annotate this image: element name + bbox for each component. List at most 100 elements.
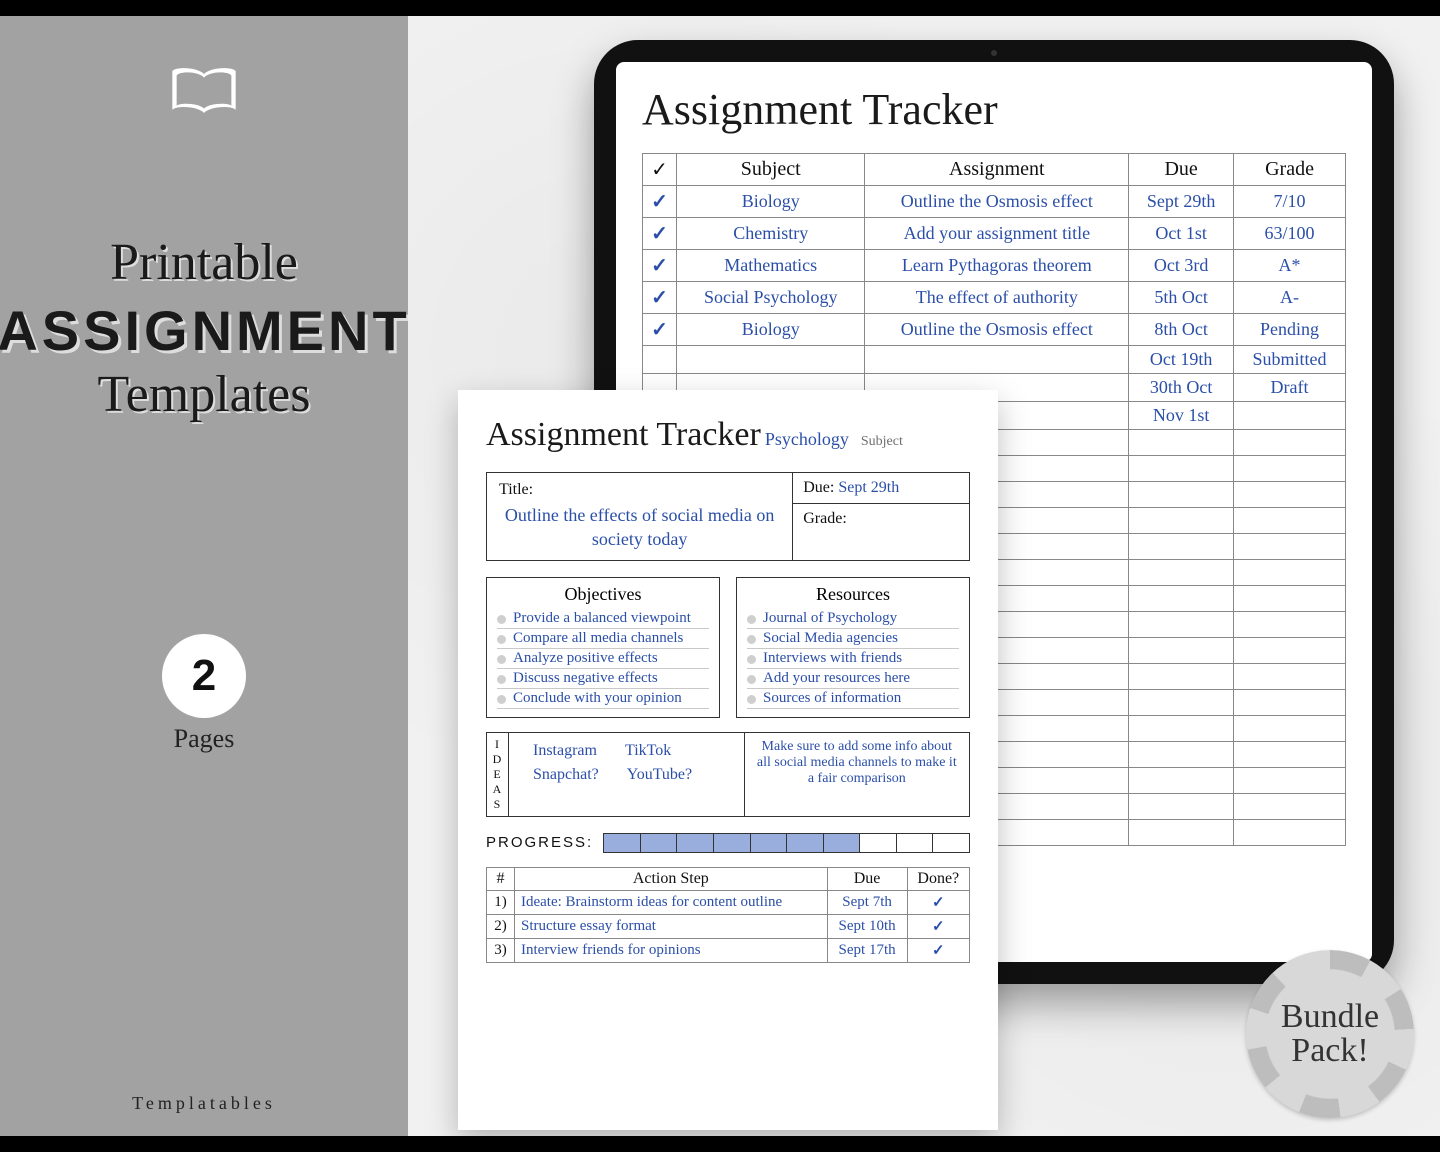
table-row: 1) Ideate: Brainstorm ideas for content … [487,890,970,914]
check-cell [643,346,677,374]
due-cell: Oct 3rd [1129,250,1234,282]
objectives-heading: Objectives [497,584,709,605]
idea-item: YouTube? [627,766,692,784]
bundle-line2: Pack! [1291,1032,1368,1069]
objectives-box: Objectives Provide a balanced viewpointC… [486,577,720,718]
assignment-cell: Outline the Osmosis effect [865,186,1129,218]
subject-cell: Mathematics [677,250,865,282]
ideas-box: IDEAS InstagramTikTokSnapchat?YouTube? M… [486,732,970,817]
assignment-cell: Add your assignment title [865,218,1129,250]
title-label: Title: [499,481,533,498]
col-grade: Grade [1234,154,1346,186]
list-item: Add your resources here [747,669,959,689]
paper-title: Assignment Tracker [486,416,761,454]
progress-segment [787,834,824,852]
due-cell: Nov 1st [1129,402,1234,430]
idea-item: Snapchat? [533,766,599,784]
num-cell: 2) [487,914,515,938]
grade-cell: A* [1234,250,1346,282]
meta-side: Due: Sept 29th Grade: [792,473,969,560]
done-cell [907,914,969,938]
ideas-left: InstagramTikTokSnapchat?YouTube? [509,733,744,816]
two-col: Objectives Provide a balanced viewpointC… [486,577,970,718]
progress-segment [824,834,861,852]
num-cell: 1) [487,890,515,914]
due-cell: 30th Oct [1129,374,1234,402]
action-table: # Action Step Due Done? 1) Ideate: Brain… [486,867,970,963]
meta-title-box: Title: Outline the effects of social med… [487,473,792,560]
step-cell: Interview friends for opinions [515,938,828,962]
heading-line3: Templates [0,365,411,424]
col-num: # [487,867,515,890]
heading-line1: Printable [0,233,411,292]
check-cell [643,282,677,314]
subject-cell: Social Psychology [677,282,865,314]
col-assignment: Assignment [865,154,1129,186]
col-due: Due [1129,154,1234,186]
bundle-line1: Bundle [1281,998,1379,1035]
subject-cell: Biology [677,314,865,346]
due-cell: Oct 19th [1129,346,1234,374]
progress-segment [677,834,714,852]
ideas-label: IDEAS [487,733,509,816]
action-header: # Action Step Due Done? [487,867,970,890]
assignment-cell: The effect of authority [865,282,1129,314]
table-row: 3) Interview friends for opinions Sept 1… [487,938,970,962]
progress-segment [751,834,788,852]
list-item: Compare all media channels [497,629,709,649]
table-row: Social Psychology The effect of authorit… [643,282,1346,314]
preview-area: Assignment Tracker ✓ Subject Assignment … [408,16,1440,1136]
ideas-right: Make sure to add some info about all soc… [744,733,969,816]
table-row: Oct 19th Submitted [643,346,1346,374]
check-cell [643,186,677,218]
progress-segment [933,834,969,852]
title-value: Outline the effects of social media on s… [499,503,780,552]
letterbox-bottom [0,1136,1440,1152]
book-icon [168,66,240,123]
progress-row: PROGRESS: [486,833,970,853]
due-value: Sept 29th [838,479,899,496]
progress-segment [714,834,751,852]
subject-value: Psychology [765,429,849,449]
grade-cell: 7/10 [1234,186,1346,218]
grade-cell: Pending [1234,314,1346,346]
due-cell: Sept 29th [1129,186,1234,218]
check-cell [643,250,677,282]
heading-line2: ASSIGNMENT [0,298,411,363]
col-subject: Subject [677,154,865,186]
due-cell: Oct 1st [1129,218,1234,250]
resources-box: Resources Journal of PsychologySocial Me… [736,577,970,718]
subject-cell [677,346,865,374]
subject-cell: Chemistry [677,218,865,250]
num-cell: 3) [487,938,515,962]
col-done: Done? [907,867,969,890]
bundle-badge: BundlePack! [1246,950,1414,1118]
due-label: Due: [803,479,834,496]
table-row: Mathematics Learn Pythagoras theorem Oct… [643,250,1346,282]
list-item: Conclude with your opinion [497,689,709,709]
adue-cell: Sept 17th [827,938,907,962]
col-step: Action Step [515,867,828,890]
meta-row: Title: Outline the effects of social med… [486,472,970,561]
grade-cell: Submitted [1234,346,1346,374]
progress-segment [641,834,678,852]
due-cell: 5th Oct [1129,282,1234,314]
grade-label: Grade: [803,510,847,527]
subject-label: Subject [861,434,903,449]
col-adue: Due [827,867,907,890]
progress-bar [603,833,970,853]
tablet-title: Assignment Tracker [642,84,998,135]
assignment-cell [865,346,1129,374]
list-item: Analyze positive effects [497,649,709,669]
grade-cell: 63/100 [1234,218,1346,250]
adue-cell: Sept 7th [827,890,907,914]
list-item: Provide a balanced viewpoint [497,609,709,629]
pages-count: 2 [162,634,246,718]
grade-cell: A- [1234,282,1346,314]
table-header: ✓ Subject Assignment Due Grade [643,154,1346,186]
list-item: Sources of information [747,689,959,709]
heading: Printable ASSIGNMENT Templates [0,233,411,424]
grade-cell [1234,402,1346,430]
idea-item: Instagram [533,742,597,760]
col-check: ✓ [643,154,677,186]
